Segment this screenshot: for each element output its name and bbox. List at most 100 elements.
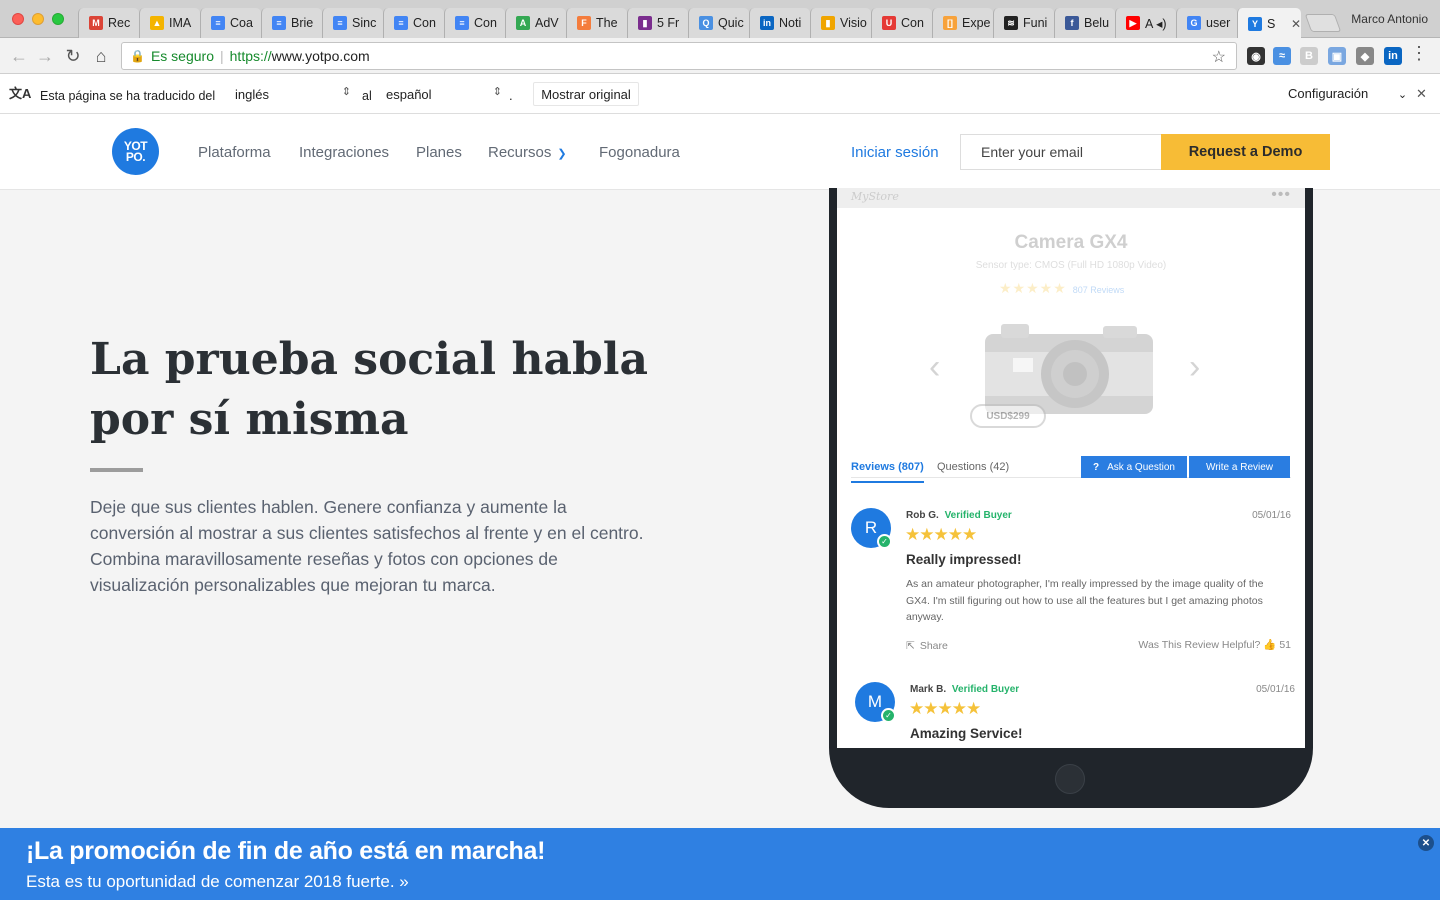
tab-title: A ◂) xyxy=(1145,16,1167,31)
translate-prefix: Esta página se ha traducido del xyxy=(40,89,216,103)
promo-link[interactable]: Esta es tu oportunidad de comenzar 2018 … xyxy=(26,872,409,892)
bookmark-star-icon[interactable]: ☆ xyxy=(1212,47,1226,67)
close-tab-icon[interactable]: ✕ xyxy=(1291,17,1301,31)
tab-reviews[interactable]: Reviews (807) xyxy=(851,461,924,483)
login-link[interactable]: Iniciar sesión xyxy=(851,144,939,161)
maximize-window-button[interactable] xyxy=(52,13,64,25)
tab-title: 5 Fr xyxy=(657,16,680,30)
product-rating: ★★★★★ 807 Reviews xyxy=(999,280,1125,296)
share-link[interactable]: ⇱ Share xyxy=(906,640,948,652)
yotpo-icon: Y xyxy=(1248,16,1262,31)
minimize-window-button[interactable] xyxy=(32,13,44,25)
store-topbar: MyStore ••• xyxy=(837,188,1305,208)
browser-tab[interactable]: A AdV xyxy=(505,8,566,38)
write-review-button[interactable]: Write a Review xyxy=(1189,456,1290,478)
question-icon: ? xyxy=(1093,461,1100,473)
docs-icon: ≡ xyxy=(455,16,469,30)
promo-banner[interactable]: ¡La promoción de fin de año está en marc… xyxy=(0,828,1440,900)
nav-item-plataforma[interactable]: Plataforma xyxy=(198,144,271,161)
browser-tab[interactable]: F The xyxy=(566,8,627,38)
nav-item-recursos[interactable]: Recursos ❯ xyxy=(488,144,567,161)
review-date: 05/01/16 xyxy=(1256,684,1295,695)
browser-menu-icon[interactable]: ⋮ xyxy=(1410,44,1428,62)
tab-title: Funi xyxy=(1023,16,1048,30)
close-icon[interactable]: ✕ xyxy=(1418,835,1434,851)
tab-title: Expe xyxy=(962,16,991,30)
browser-tab[interactable]: U Con xyxy=(871,8,932,38)
spotify-icon: ≋ xyxy=(1004,16,1018,30)
browser-tab[interactable]: ▮ Visio xyxy=(810,8,871,38)
close-window-button[interactable] xyxy=(12,13,24,25)
google-icon: G xyxy=(1187,16,1201,30)
email-input[interactable]: Enter your email xyxy=(960,134,1162,170)
review-helpful[interactable]: Was This Review Helpful? 👍 51 xyxy=(1138,638,1291,651)
nav-item-integraciones[interactable]: Integraciones xyxy=(299,144,389,161)
back-arrow-icon[interactable]: ← xyxy=(8,45,30,67)
browser-tab[interactable]: M Rec xyxy=(78,8,139,38)
wave-extension-icon[interactable]: ≈ xyxy=(1273,47,1291,65)
browser-tab[interactable]: ≡ Con xyxy=(444,8,505,38)
browser-tab[interactable]: Guser xyxy=(1176,8,1237,38)
tab-title: Con xyxy=(413,16,436,30)
browser-tab[interactable]: ≡ Sinc xyxy=(322,8,383,38)
browser-tab[interactable]: ▲ IMA xyxy=(139,8,200,38)
browser-tab[interactable]: ≋ Funi xyxy=(993,8,1054,38)
browser-tab[interactable]: [] Expe xyxy=(932,8,993,38)
translate-connector: al xyxy=(362,89,372,103)
drive-icon: ▲ xyxy=(150,16,164,30)
tab-title: Coa xyxy=(230,16,253,30)
translate-to-select[interactable]: español ⇕ xyxy=(380,82,506,106)
home-icon[interactable]: ⌂ xyxy=(90,45,112,67)
youtube-icon: ▶ xyxy=(1126,16,1140,30)
linkedin-extension-icon[interactable]: in xyxy=(1384,47,1402,65)
translate-from-select[interactable]: inglés ⇕ xyxy=(229,82,355,106)
translate-bar: 文A Esta página se ha traducido del inglé… xyxy=(0,74,1440,114)
browser-tab[interactable]: Q Quic xyxy=(688,8,749,38)
profile-name[interactable]: Marco Antonio xyxy=(1351,12,1428,26)
yotpo-logo[interactable]: YOT PO. xyxy=(112,128,159,175)
tab-questions[interactable]: Questions (42) xyxy=(937,461,1009,473)
verified-check-icon: ✓ xyxy=(877,534,892,549)
browser-tab[interactable]: f Belu xyxy=(1054,8,1115,38)
url-text: https://www.yotpo.com xyxy=(229,48,370,64)
select-arrows-icon: ⇕ xyxy=(492,86,502,98)
request-demo-button[interactable]: Request a Demo xyxy=(1161,134,1330,170)
translate-settings-dropdown[interactable]: Configuración ⌄ xyxy=(1288,86,1407,101)
tab-title: IMA xyxy=(169,16,192,30)
ask-question-button[interactable]: ? Ask a Question xyxy=(1081,456,1187,478)
address-separator: | xyxy=(220,48,224,64)
browser-tab-strip: M Rec ▲ IMA ≡ Coa ≡ Brie ≡ Sinc ≡ Con ≡ Con A AdV F The ▮ 5… xyxy=(0,0,1440,39)
qa-icon: Q xyxy=(699,16,713,30)
forward-arrow-icon[interactable]: → xyxy=(34,45,56,67)
avatar: M ✓ xyxy=(855,682,896,723)
docs-icon: ≡ xyxy=(394,16,408,30)
new-tab-button[interactable] xyxy=(1304,14,1342,32)
star-rating-icon: ★★★★★ xyxy=(999,280,1067,296)
nav-item-planes[interactable]: Planes xyxy=(416,144,462,161)
browser-tab[interactable]: Y S ✕ xyxy=(1237,8,1301,39)
review-item: R ✓ Rob G. Verified Buyer 05/01/16 ★★★★★ … xyxy=(851,508,1291,658)
secure-label: Es seguro xyxy=(150,48,214,64)
close-icon[interactable]: ✕ xyxy=(1416,86,1427,102)
review-headline: Really impressed! xyxy=(906,552,1022,567)
browser-tab[interactable]: in Noti xyxy=(749,8,810,38)
show-original-button[interactable]: Mostrar original xyxy=(533,82,639,106)
nav-item-fogonadura[interactable]: Fogonadura xyxy=(599,144,680,161)
browser-tab[interactable]: ≡ Coa xyxy=(200,8,261,38)
tab-title: Con xyxy=(474,16,497,30)
gmail-icon: M xyxy=(89,16,103,30)
site-header: YOT PO. Plataforma Integraciones Planes R… xyxy=(0,114,1440,190)
browser-tab[interactable]: ≡ Brie xyxy=(261,8,322,38)
browser-tab[interactable]: ≡ Con xyxy=(383,8,444,38)
tab-title: Belu xyxy=(1084,16,1110,30)
address-bar[interactable]: 🔒 Es seguro | https://www.yotpo.com ☆ xyxy=(121,42,1237,70)
browser-tab[interactable]: ▶ A ◂) xyxy=(1115,8,1176,38)
reload-icon[interactable]: ↻ xyxy=(62,45,84,67)
tab-title: Noti xyxy=(779,16,802,30)
b-extension-icon[interactable]: B xyxy=(1300,47,1318,65)
window-extension-icon[interactable]: ▣ xyxy=(1328,47,1346,65)
chevron-left-icon: ‹ xyxy=(929,348,941,386)
browser-tab[interactable]: ▮ 5 Fr xyxy=(627,8,688,38)
pocket-extension-icon[interactable]: ◆ xyxy=(1356,47,1374,65)
owl-extension-icon[interactable]: ◉ xyxy=(1247,47,1265,65)
